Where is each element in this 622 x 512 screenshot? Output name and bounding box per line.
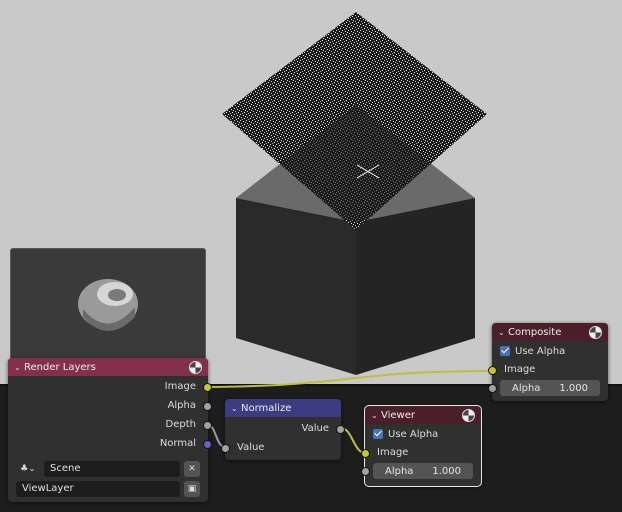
checkbox-label: Use Alpha — [388, 428, 439, 440]
render-layers-header[interactable]: ⌄ Render Layers — [8, 358, 208, 376]
socket-dot-icon[interactable] — [203, 421, 212, 430]
compositor-sphere-icon — [189, 360, 202, 374]
alpha-field[interactable]: Alpha 1.000 — [488, 380, 600, 396]
alpha-value: 1.000 — [559, 382, 588, 394]
node-editor-canvas[interactable]: ⌄ Render Layers Image Alpha Depth Normal… — [0, 0, 622, 512]
input-socket-image[interactable]: Image — [488, 361, 608, 378]
output-socket-alpha[interactable]: Alpha — [8, 396, 212, 415]
collapse-chevron-icon[interactable]: ⌄ — [498, 328, 508, 337]
compositor-sphere-icon — [589, 325, 602, 339]
compositor-sphere-icon — [462, 408, 475, 422]
normalize-node[interactable]: ⌄ Normalize Value Value — [221, 399, 345, 460]
socket-dot-icon[interactable] — [203, 402, 212, 411]
socket-dot-icon[interactable] — [488, 366, 497, 375]
alpha-field[interactable]: Alpha 1.000 — [361, 463, 473, 479]
scene-selector-row: ♣⌄ Scene ✕ — [8, 459, 208, 479]
alpha-label: Alpha — [385, 465, 414, 477]
viewer-node[interactable]: ⌄ Viewer Use Alpha Image Alpha 1.000 — [361, 405, 482, 487]
alpha-label: Alpha — [512, 382, 541, 394]
node-title: Normalize — [241, 402, 292, 414]
output-socket-normal[interactable]: Normal — [8, 434, 212, 453]
composite-header[interactable]: ⌄ Composite — [492, 323, 608, 341]
socket-dot-icon[interactable] — [488, 384, 497, 393]
socket-dot-icon[interactable] — [361, 467, 370, 476]
output-socket-depth[interactable]: Depth — [8, 415, 212, 434]
output-socket-image[interactable]: Image — [8, 377, 212, 396]
socket-dot-icon[interactable] — [203, 383, 212, 392]
input-socket-image[interactable]: Image — [361, 444, 481, 461]
node-title: Render Layers — [24, 361, 96, 373]
input-socket-value[interactable]: Value — [221, 438, 341, 457]
socket-dot-icon[interactable] — [203, 440, 212, 449]
use-alpha-checkbox[interactable]: Use Alpha — [365, 424, 481, 444]
normalize-header[interactable]: ⌄ Normalize — [225, 399, 341, 417]
socket-label: Alpha — [167, 400, 196, 411]
socket-label: Depth — [165, 419, 196, 430]
socket-label: Image — [504, 364, 536, 375]
composite-node[interactable]: ⌄ Composite Use Alpha Image Alpha 1.000 — [488, 323, 608, 401]
browse-icon[interactable]: ▣ — [184, 481, 200, 497]
scene-icon[interactable]: ♣⌄ — [16, 461, 40, 477]
checkmark-icon[interactable] — [373, 429, 383, 439]
collapse-chevron-icon[interactable]: ⌄ — [231, 404, 241, 413]
cube-right-face — [356, 198, 475, 375]
collapse-chevron-icon[interactable]: ⌄ — [14, 363, 24, 372]
link-image-composite — [207, 370, 493, 388]
checkmark-icon[interactable] — [500, 346, 510, 356]
socket-label: Value — [237, 442, 265, 453]
view-layer-dropdown[interactable]: ViewLayer — [16, 481, 180, 497]
viewer-header[interactable]: ⌄ Viewer — [365, 406, 481, 424]
output-socket-value[interactable]: Value — [225, 419, 345, 438]
socket-dot-icon[interactable] — [221, 444, 230, 453]
close-icon[interactable]: ✕ — [184, 461, 200, 477]
node-title: Viewer — [381, 409, 415, 421]
socket-label: Value — [301, 423, 329, 434]
socket-dot-icon[interactable] — [336, 425, 345, 434]
view-layer-row: ViewLayer ▣ — [8, 479, 208, 499]
socket-dot-icon[interactable] — [361, 449, 370, 458]
use-alpha-checkbox[interactable]: Use Alpha — [492, 341, 608, 361]
scene-field[interactable]: Scene — [44, 461, 180, 477]
socket-label: Normal — [159, 438, 196, 449]
render-preview — [10, 248, 206, 360]
render-layers-node[interactable]: ⌄ Render Layers Image Alpha Depth Normal… — [8, 358, 212, 502]
preview-image — [78, 279, 138, 331]
alpha-value: 1.000 — [432, 465, 461, 477]
socket-label: Image — [377, 447, 409, 458]
node-title: Composite — [508, 326, 562, 338]
socket-label: Image — [164, 381, 196, 392]
checkbox-label: Use Alpha — [515, 345, 566, 357]
collapse-chevron-icon[interactable]: ⌄ — [371, 411, 381, 420]
cube-left-face — [236, 198, 356, 375]
